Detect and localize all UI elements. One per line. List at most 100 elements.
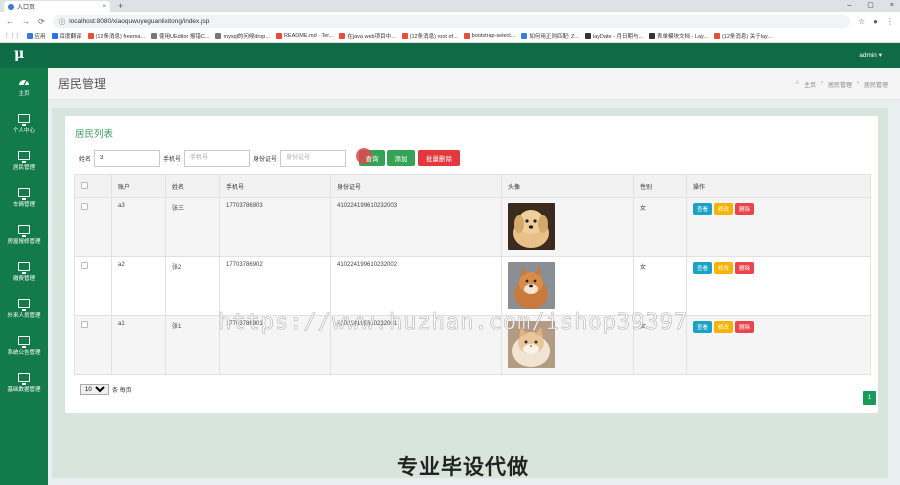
view-button[interactable]: 查看 <box>693 262 713 274</box>
table-header-row: 账户 姓名 手机号 身份证号 头像 性别 操作 <box>74 174 871 198</box>
bookmark-item[interactable]: 使用UEditor 报错C... <box>151 32 209 40</box>
browser-tabbar: 入口页 × + – ▢ × <box>0 0 900 12</box>
sidebar-item-notices[interactable]: 系统公告管理 <box>0 327 48 364</box>
menu-icon[interactable]: ⋮ <box>886 17 894 26</box>
tab-title: 入口页 <box>17 5 36 11</box>
sidebar-item-basedata[interactable]: 基础数据管理 <box>0 364 48 401</box>
id-number-label: 身份证号 <box>253 156 278 163</box>
delete-button[interactable]: 删除 <box>735 262 755 274</box>
apps-icon[interactable]: ⋮⋮⋮ <box>4 33 21 39</box>
sidebar-item-home[interactable]: 主页 <box>0 68 48 105</box>
bookmark-icon <box>151 33 158 39</box>
sidebar-item-vehicles[interactable]: 车辆管理 <box>0 179 48 216</box>
edit-button[interactable]: 修改 <box>714 203 734 215</box>
id-number-input[interactable] <box>280 149 347 167</box>
search-button[interactable]: 查询 <box>356 148 386 166</box>
sidebar-item-payments[interactable]: 缴费管理 <box>0 253 48 290</box>
row-checkbox[interactable] <box>81 321 88 328</box>
url-field[interactable]: ⓘ localhost:8080/xiaoquwuyeguanlixitong/… <box>52 14 850 28</box>
user-menu[interactable]: admin ▾ <box>859 51 882 59</box>
delete-button[interactable]: 删除 <box>735 321 755 333</box>
residents-table: 账户 姓名 手机号 身份证号 头像 性别 操作 a3 张三 1770378690… <box>74 174 871 375</box>
bookmark-item[interactable]: (12条消息) 关于lay... <box>713 32 772 40</box>
name-input[interactable] <box>94 149 161 167</box>
phone-input[interactable] <box>184 149 251 167</box>
bookmark-item[interactable]: README.md · Ter... <box>275 33 333 39</box>
bookmark-item[interactable]: 如何用正则匹配: Z... <box>521 32 579 40</box>
delete-button[interactable]: 删除 <box>735 203 755 215</box>
monitor-icon <box>18 224 30 237</box>
breadcrumb-level2: 居民管理 <box>863 83 888 89</box>
window-controls: – ▢ × <box>847 0 894 12</box>
bookmark-item[interactable]: (12条消息) root of... <box>401 32 458 40</box>
watermark-text: https://www.huzhan.com/ishop39397 <box>218 310 689 336</box>
top-navbar: μ admin ▾ <box>0 43 900 68</box>
batch-delete-button[interactable]: 批量删除 <box>418 150 461 166</box>
reload-icon[interactable]: ⟳ <box>38 17 45 26</box>
resident-list-card: 居民列表 姓名 手机号 身份证号 查询 添加 批量删除 账户 姓名 <box>65 116 878 413</box>
back-icon[interactable]: ← <box>6 17 14 26</box>
edit-button[interactable]: 修改 <box>714 321 734 333</box>
sidebar-item-label: 主页 <box>18 91 30 97</box>
bookmark-item[interactable]: layDate - 月日期与... <box>584 32 643 40</box>
name-cell: 张1 <box>165 315 220 375</box>
minimize-icon[interactable]: – <box>847 0 851 12</box>
edit-button[interactable]: 修改 <box>714 262 734 274</box>
add-button[interactable]: 添加 <box>387 150 416 166</box>
breadcrumb: ⌂ 主页 › 居民管理 › 居民管理 <box>795 80 888 89</box>
select-all-checkbox[interactable] <box>81 181 88 189</box>
page-header: 居民管理 ⌂ 主页 › 居民管理 › 居民管理 <box>48 68 900 100</box>
column-header: 身份证号 <box>330 174 502 198</box>
table-row: a3 张三 17703786903 410224199610232003 女 查… <box>74 197 871 257</box>
bookmark-item[interactable]: (12条消息) freema... <box>87 32 145 40</box>
app-logo[interactable]: μ <box>14 46 24 62</box>
page-size-select[interactable]: 10 <box>80 384 109 395</box>
app-root: μ admin ▾ 主页 个人中心 居民管理 车辆管理 房屋报修管理 缴费管理 <box>0 43 900 485</box>
phone-cell: 17703786903 <box>219 197 331 257</box>
star-icon[interactable]: ☆ <box>858 17 865 26</box>
view-button[interactable]: 查看 <box>693 321 713 333</box>
page-title: 居民管理 <box>58 77 107 91</box>
close-window-icon[interactable]: × <box>890 0 894 12</box>
pagination-current-page[interactable]: 1 <box>863 391 876 405</box>
row-checkbox[interactable] <box>81 203 88 210</box>
bookmark-item[interactable]: mysql的问候drop... <box>215 32 270 40</box>
bookmark-icon <box>401 33 408 39</box>
maximize-icon[interactable]: ▢ <box>867 0 874 12</box>
sidebar-item-label: 外来人员管理 <box>7 312 41 319</box>
row-checkbox[interactable] <box>81 262 88 269</box>
column-header: 头像 <box>501 174 634 198</box>
profile-icon[interactable]: ● <box>873 17 878 26</box>
new-tab-icon[interactable]: + <box>118 0 123 12</box>
view-button[interactable]: 查看 <box>693 203 713 215</box>
phone-label: 手机号 <box>163 156 182 163</box>
breadcrumb-separator: › <box>820 80 823 86</box>
sidebar-item-profile[interactable]: 个人中心 <box>0 105 48 142</box>
sidebar-item-repairs[interactable]: 房屋报修管理 <box>0 216 48 253</box>
bookmark-icon <box>463 33 470 39</box>
table-row: a2 张2 17703786902 410224199610232002 女 查… <box>74 256 871 316</box>
breadcrumb-home[interactable]: 主页 <box>804 80 816 89</box>
sidebar-item-visitors[interactable]: 外来人员管理 <box>0 290 48 327</box>
id-number-cell: 410224199610232003 <box>330 197 502 257</box>
per-page-label: 条 每页 <box>112 388 132 394</box>
monitor-icon <box>18 261 30 274</box>
tab-close-icon[interactable]: × <box>102 4 106 10</box>
bookmark-item[interactable]: 应用 <box>26 32 46 40</box>
info-icon: ⓘ <box>58 19 66 26</box>
forward-icon[interactable]: → <box>22 17 30 26</box>
bookmark-icon <box>215 33 222 39</box>
breadcrumb-level1[interactable]: 居民管理 <box>828 80 852 89</box>
bookmark-item[interactable]: 表单模块文档 - Lay... <box>649 32 708 40</box>
search-form: 姓名 手机号 身份证号 查询 添加 批量删除 <box>79 148 461 167</box>
bookmark-item[interactable]: 百度翻译 <box>51 32 82 40</box>
bookmark-item[interactable]: bootstrap-select... <box>463 33 515 39</box>
sidebar-item-residents[interactable]: 居民管理 <box>0 142 48 179</box>
bookmark-item[interactable]: 在java web项目中... <box>339 32 396 40</box>
bookmark-icon <box>275 33 282 39</box>
sidebar-item-label: 基础数据管理 <box>7 386 41 393</box>
sidebar-item-label: 车辆管理 <box>12 201 35 208</box>
gender-cell: 女 <box>633 197 687 257</box>
browser-tab[interactable]: 入口页 × <box>4 1 110 12</box>
phone-cell: 17703786902 <box>219 256 331 316</box>
